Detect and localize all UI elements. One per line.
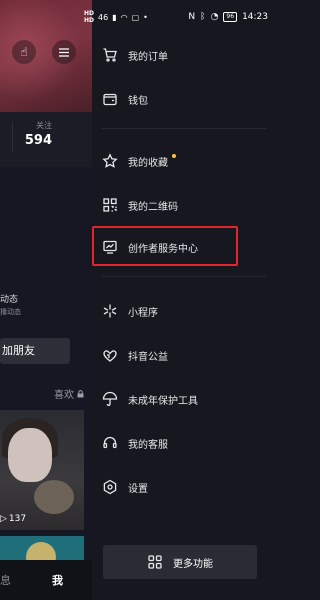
following-count[interactable]: 594 [25,133,52,148]
stats-box: 关注 594 [0,112,92,167]
settings-icon [102,479,118,495]
following-label: 关注 [36,121,52,130]
view-count-value: 137 [8,514,27,524]
likes-tab-label: 喜欢 [54,390,74,401]
menu-item-charity[interactable]: 抖音公益 [92,340,276,370]
profile-background: ☝ 关注 594 动态 播动态 加朋友 喜欢 ▷ 137 息 我 [0,0,92,600]
nfc-icon: N [188,12,196,22]
nav-messages[interactable]: 息 [0,572,11,588]
more-features-button[interactable]: 更多功能 [103,545,257,579]
menu-item-label: 我的二维码 [128,202,178,213]
dynamic-title: 动态 [0,295,19,305]
menu-item-qrcode[interactable]: 我的二维码 [92,190,276,220]
menu-icon[interactable] [52,40,76,64]
menu-item-settings[interactable]: 设置 [92,472,276,502]
charity-icon [102,347,118,363]
umbrella-icon [102,391,118,407]
status-left: HD HD 46 ▮ ◠ ▢ • [84,10,148,24]
nav-me[interactable]: 我 [52,572,63,588]
menu-item-label: 钱包 [128,96,148,107]
dot-icon: • [143,12,148,22]
menu-item-mini-program[interactable]: 小程序 [92,296,276,326]
signal-icon: HD HD [84,10,95,24]
menu-item-orders[interactable]: 我的订单 [92,40,276,70]
grid-icon [147,554,163,570]
divider [102,276,266,277]
view-count: ▷ 137 [0,514,26,524]
wifi-icon: ◠ [120,12,128,22]
notification-dot [172,154,176,158]
highlight-annotation [92,226,238,266]
bottom-nav: 息 我 [0,560,92,600]
bluetooth-icon: ᛒ [200,12,206,22]
status-bar: HD HD 46 ▮ ◠ ▢ • N ᛒ ◔ 96 14:23 [0,0,276,34]
menu-item-minor-protection[interactable]: 未成年保护工具 [92,384,276,414]
menu-item-label: 抖音公益 [128,352,168,363]
clock: 14:23 [242,12,268,22]
pointer-hand-icon[interactable]: ☝ [12,40,36,64]
divider [102,128,266,129]
mute-icon: ◔ [210,12,219,22]
menu-item-label: 未成年保护工具 [128,396,198,407]
add-friend-button[interactable]: 加朋友 [0,338,70,364]
dynamic-subtitle: 播动态 [0,308,21,316]
cart-icon [102,47,118,63]
network-type: 46 [98,12,109,22]
menu-item-customer-service[interactable]: 我的客服 [92,428,276,458]
mini-program-icon [102,303,118,319]
tab-likes[interactable]: 喜欢 [54,386,84,401]
menu-item-label: 我的订单 [128,52,168,63]
more-features-label: 更多功能 [173,559,213,570]
menu-item-favorites[interactable]: 我的收藏 [92,146,276,176]
menu-item-label: 设置 [128,484,148,495]
status-right: N ᛒ ◔ 96 14:23 [188,12,268,22]
signal-bars-icon: ▮ [112,12,117,22]
wallet-icon [102,91,118,107]
menu-item-label: 小程序 [128,308,158,319]
qrcode-icon [102,197,118,213]
battery-icon: 96 [223,12,238,22]
side-drawer: 我的订单 钱包 我的收藏 我的二维码 创作者服务中心 小程序 抖音公益 未成年保… [92,0,276,600]
menu-item-label: 我的客服 [128,440,168,451]
star-icon [102,153,118,169]
menu-item-wallet[interactable]: 钱包 [92,84,276,114]
app-notification-icon: ▢ [131,12,140,22]
play-icon: ▷ [0,514,7,524]
headset-icon [102,435,118,451]
lock-icon [77,389,84,398]
menu-item-label: 我的收藏 [128,158,168,169]
video-thumbnail[interactable] [0,410,84,530]
